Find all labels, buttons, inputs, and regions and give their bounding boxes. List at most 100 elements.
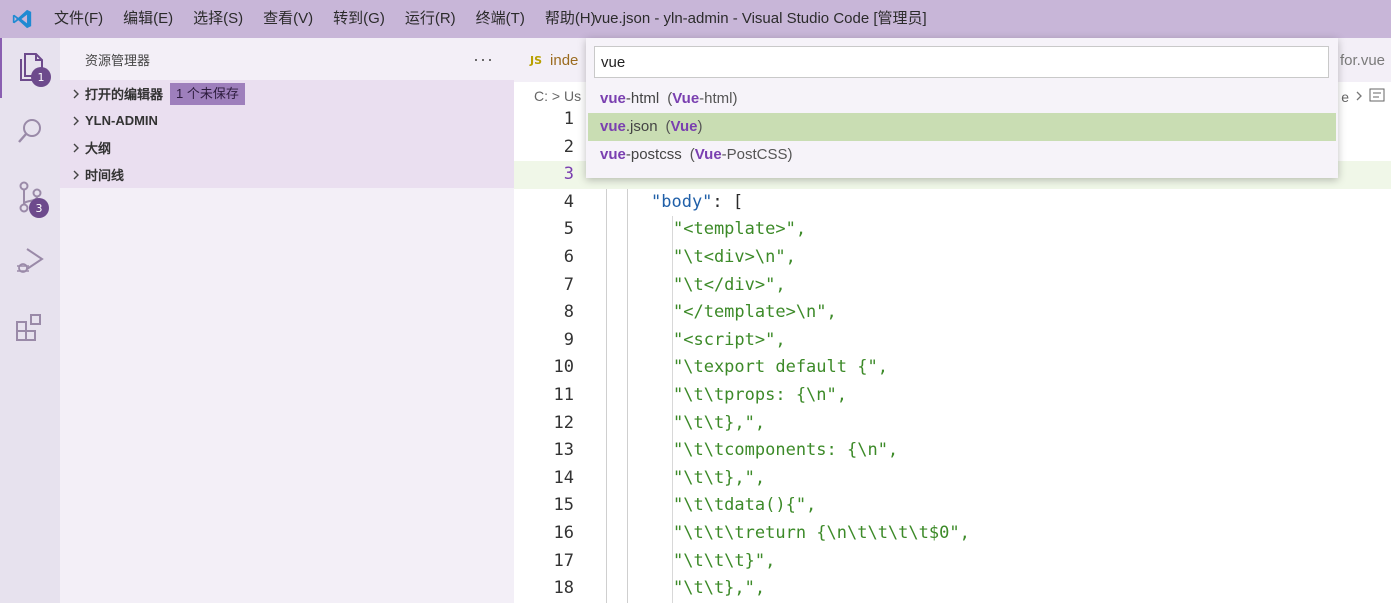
- unsaved-badge: 1 个未保存: [170, 82, 245, 105]
- line-number: 7: [563, 274, 574, 295]
- menu-item[interactable]: 查看(V): [253, 0, 323, 38]
- chevron-right-icon: [68, 169, 84, 181]
- line-number: 11: [553, 384, 574, 405]
- explorer-activity-button[interactable]: 1: [0, 38, 60, 98]
- extensions-icon: [14, 311, 46, 346]
- item-description: (Vue-html): [667, 90, 738, 107]
- code-text: "\t\t},",: [673, 412, 766, 433]
- code-text: "</template>\n",: [673, 302, 837, 323]
- indent-guide: [672, 326, 673, 355]
- code-text: "\t\tdata(){",: [673, 495, 817, 516]
- line-number: 3: [563, 164, 574, 185]
- match-highlight: vue: [600, 118, 626, 135]
- indent-guide: [672, 381, 673, 410]
- section-label: 时间线: [85, 168, 125, 183]
- menu-item[interactable]: 文件(F): [44, 0, 113, 38]
- item-label: -html: [625, 90, 660, 107]
- section-outline[interactable]: 大纲: [60, 134, 514, 161]
- quick-pick-item[interactable]: vue-postcss (Vue-PostCSS): [586, 141, 1338, 169]
- code-text: "\texport default {",: [673, 357, 888, 378]
- more-actions-button[interactable]: ···: [473, 49, 494, 70]
- code-line: 18 "\t\t},",: [514, 575, 1391, 603]
- indent-guide: [672, 492, 673, 520]
- item-label: .json: [625, 118, 658, 135]
- tab-label: for.vue: [1339, 51, 1385, 69]
- code-text: "<script>",: [673, 329, 786, 350]
- quick-pick-widget: vue-html(Vue-html)vue.json(Vue)vue-postc…: [586, 38, 1338, 178]
- code-line: 17 "\t\t\t}",: [514, 547, 1391, 576]
- chevron-right-icon: [68, 115, 84, 127]
- code-text: "\t\t},",: [673, 578, 766, 599]
- section-label: 大纲: [85, 141, 112, 156]
- section-label: 打开的编辑器: [85, 87, 164, 102]
- line-number: 18: [553, 578, 574, 599]
- item-label: -postcss: [625, 146, 682, 163]
- section-timeline[interactable]: 时间线: [60, 161, 514, 188]
- indent-guide: [672, 354, 673, 382]
- title-bar: 文件(F) 编辑(E) 选择(S) 查看(V) 转到(G) 运行(R) 终端(T) 帮助(H): [0, 0, 1391, 38]
- code-editor[interactable]: 1 2 3 4 "body": [5 "<template>", 6 "\t<div>\n",…: [514, 106, 1391, 603]
- chevron-right-icon: [68, 142, 84, 154]
- chevron-right-icon: [1355, 89, 1363, 105]
- indent-guide: [672, 409, 673, 438]
- indent-guide: [672, 243, 673, 272]
- indent-guide: [672, 547, 673, 576]
- string-symbol-icon: [1369, 88, 1385, 105]
- breadcrumb-tail[interactable]: e: [1341, 88, 1385, 105]
- line-number: 10: [553, 357, 574, 378]
- match-highlight: Vue: [672, 90, 700, 107]
- code-line: 6 "\t<div>\n",: [514, 243, 1391, 272]
- menu-item[interactable]: 终端(T): [466, 0, 535, 38]
- vscode-logo-icon: [0, 0, 44, 38]
- description-text: -PostCSS: [721, 146, 788, 163]
- chevron-right-icon: [68, 88, 84, 100]
- scm-badge: 3: [29, 198, 49, 218]
- quick-pick-list: vue-html (Vue-html) vue.json (Vue) vue-postc…: [586, 85, 1338, 169]
- line-number: 9: [563, 329, 574, 350]
- activity-bar: 1 3: [0, 38, 60, 603]
- breadcrumb-segment: e: [1341, 88, 1349, 105]
- js-file-icon: JS: [530, 53, 543, 67]
- quick-pick-input[interactable]: [594, 46, 1329, 78]
- line-number: 5: [563, 219, 574, 240]
- line-number: 8: [563, 302, 574, 323]
- code-line: 16 "\t\t\treturn {\n\t\t\t\t$0",: [514, 519, 1391, 548]
- code-line: 15 "\t\tdata(){",: [514, 492, 1391, 520]
- sidebar-title: 资源管理器: [85, 52, 151, 68]
- line-number: 17: [553, 550, 574, 571]
- line-number: 2: [563, 136, 574, 157]
- match-highlight: vue: [600, 90, 626, 107]
- tab-vue-file[interactable]: for.vue: [1340, 38, 1385, 82]
- quick-pick-item[interactable]: vue.json (Vue): [588, 113, 1336, 141]
- search-activity-button[interactable]: [0, 102, 60, 162]
- menu-item[interactable]: 编辑(E): [113, 0, 183, 38]
- indent-guide: [672, 271, 673, 300]
- line-number: 4: [563, 191, 574, 212]
- code-text: "\t\t\treturn {\n\t\t\t\t$0",: [673, 522, 970, 543]
- tab-index-js[interactable]: JS inde: [514, 38, 578, 82]
- breadcrumb-path[interactable]: C: > Us: [534, 88, 581, 104]
- description-text: -html: [699, 90, 733, 107]
- menu-item[interactable]: 运行(R): [395, 0, 466, 38]
- explorer-sidebar: 资源管理器 ··· 打开的编辑器 1 个未保存 YLN-ADMIN 大纲 时间线: [60, 38, 514, 603]
- code-line: 8 "</template>\n",: [514, 299, 1391, 327]
- section-project[interactable]: YLN-ADMIN: [60, 107, 514, 134]
- indent-guide: [672, 299, 673, 327]
- line-number: 15: [553, 495, 574, 516]
- run-debug-activity-button[interactable]: [0, 232, 60, 292]
- extensions-activity-button[interactable]: [0, 298, 60, 358]
- code-text: "\t\t\t}",: [673, 550, 776, 571]
- code-text: "\t\tprops: {\n",: [673, 384, 847, 405]
- section-open-editors[interactable]: 打开的编辑器 1 个未保存: [60, 80, 514, 107]
- code-line: 10 "\texport default {",: [514, 354, 1391, 382]
- source-control-activity-button[interactable]: 3: [0, 168, 60, 228]
- code-line: 7 "\t</div>",: [514, 271, 1391, 300]
- menu-item[interactable]: 选择(S): [183, 0, 253, 38]
- quick-pick-item[interactable]: vue-html (Vue-html): [586, 85, 1338, 113]
- explorer-badge: 1: [31, 67, 51, 87]
- item-description: (Vue): [665, 118, 703, 135]
- menu-item[interactable]: 帮助(H): [535, 0, 606, 38]
- menu-item[interactable]: 转到(G): [323, 0, 395, 38]
- match-highlight: vue: [600, 146, 626, 163]
- indent-guide: [672, 575, 673, 603]
